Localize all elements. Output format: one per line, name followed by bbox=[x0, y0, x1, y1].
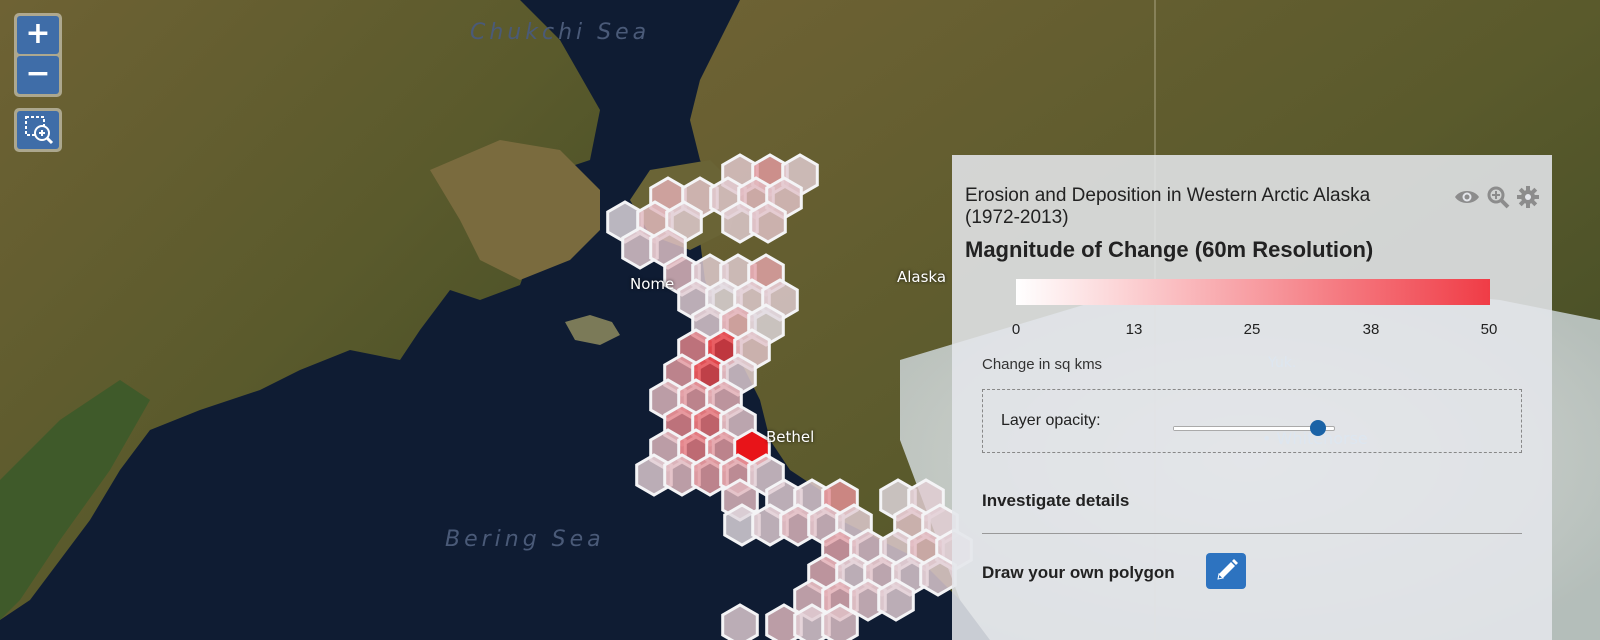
bethel-label: Bethel bbox=[766, 428, 815, 446]
legend-tick: 25 bbox=[1243, 321, 1261, 338]
eye-icon[interactable] bbox=[1454, 187, 1480, 207]
legend-tick: 13 bbox=[1125, 321, 1143, 338]
zoom-in-button[interactable]: + bbox=[17, 16, 59, 54]
pencil-icon bbox=[1217, 559, 1238, 580]
draw-polygon-label: Draw your own polygon bbox=[982, 563, 1175, 582]
hex-cell[interactable] bbox=[919, 553, 957, 597]
layer-title: Erosion and Deposition in Western Arctic… bbox=[965, 185, 1371, 228]
layer-panel: Yuk. • Whitehorse Erosion and Deposition… bbox=[952, 155, 1552, 640]
panel-toolbar bbox=[1454, 185, 1540, 209]
divider bbox=[982, 533, 1522, 534]
legend-unit-label: Change in sq kms bbox=[982, 356, 1103, 373]
legend-tick: 50 bbox=[1480, 321, 1498, 338]
hex-cell[interactable] bbox=[877, 578, 915, 622]
draw-polygon-button[interactable] bbox=[1206, 553, 1246, 589]
hex-cell[interactable] bbox=[749, 200, 787, 244]
bering-sea-label: Bering Sea bbox=[445, 527, 605, 552]
opacity-slider-fill bbox=[1174, 427, 1318, 430]
alaska-label: Alaska bbox=[897, 268, 947, 286]
legend-color-bar bbox=[1016, 279, 1490, 305]
yuk-label: Yuk. bbox=[1268, 355, 1297, 371]
zoom-to-box-button[interactable] bbox=[17, 111, 59, 149]
layer-subtitle: Magnitude of Change (60m Resolution) bbox=[965, 237, 1374, 262]
opacity-slider-knob[interactable] bbox=[1310, 420, 1326, 436]
opacity-slider-track[interactable] bbox=[1173, 420, 1335, 436]
opacity-label: Layer opacity: bbox=[1001, 412, 1101, 429]
opacity-control: Layer opacity: bbox=[982, 389, 1522, 453]
zoom-to-box-icon bbox=[25, 116, 54, 145]
zoom-control: + − bbox=[14, 13, 62, 97]
investigate-details-heading[interactable]: Investigate details bbox=[982, 491, 1129, 511]
zoom-box-control bbox=[14, 108, 62, 152]
legend-tick: 38 bbox=[1362, 321, 1380, 338]
chukchi-sea-label: Chukchi Sea bbox=[470, 20, 651, 45]
zoom-icon[interactable] bbox=[1486, 185, 1510, 209]
gear-icon[interactable] bbox=[1516, 185, 1540, 209]
legend-tick: 0 bbox=[1011, 321, 1021, 338]
nome-label: Nome bbox=[630, 275, 675, 293]
zoom-out-button[interactable]: − bbox=[17, 56, 59, 94]
